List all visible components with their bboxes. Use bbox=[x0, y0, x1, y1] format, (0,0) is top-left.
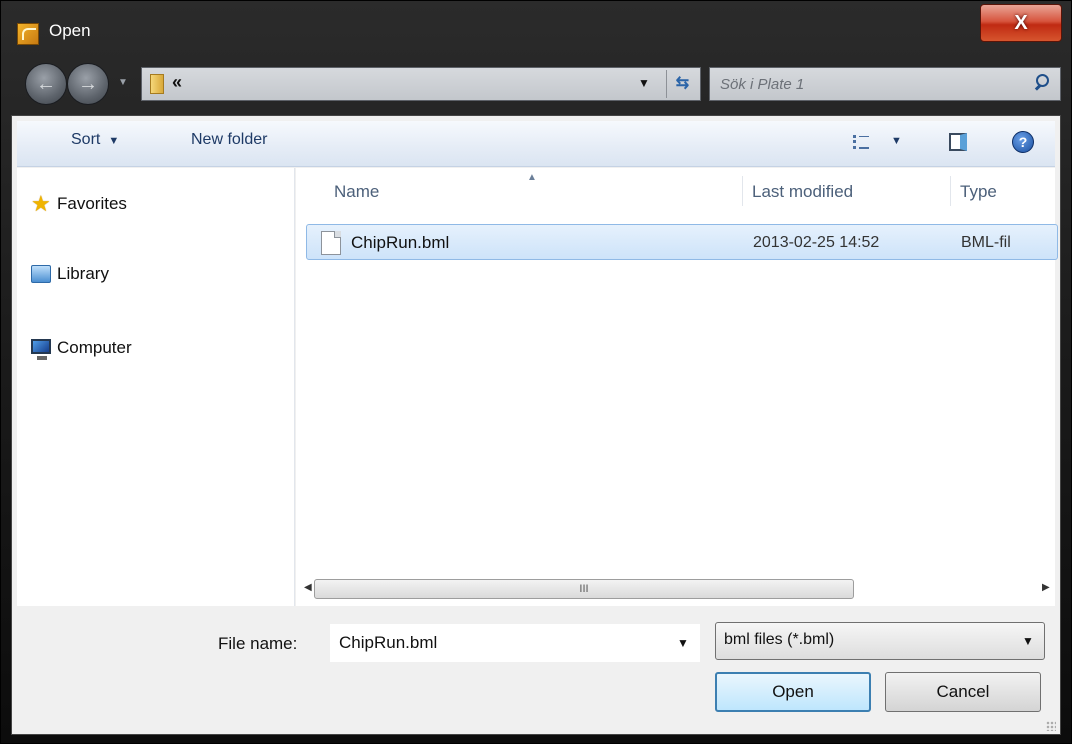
chevron-down-icon: ▼ bbox=[1022, 634, 1034, 648]
title-bar[interactable]: Open X bbox=[1, 1, 1071, 53]
sort-button[interactable]: Sort ▼ bbox=[71, 131, 119, 149]
search-box[interactable] bbox=[709, 67, 1061, 101]
refresh-button[interactable]: ⇆ bbox=[666, 70, 698, 98]
command-bar: Sort ▼ New folder ▼ ? bbox=[17, 121, 1055, 167]
chevron-down-icon: ▼ bbox=[891, 135, 902, 147]
file-name-label: File name: bbox=[218, 634, 298, 653]
close-button[interactable]: X bbox=[980, 4, 1062, 42]
preview-pane-button[interactable] bbox=[949, 133, 967, 151]
open-button[interactable]: Open bbox=[715, 672, 871, 712]
open-dialog-window: Open X ▼ « ▼ ⇆ Sort ▼ New folder ▼ ? ★ Fa… bbox=[0, 0, 1072, 744]
column-header-last-modified[interactable]: Last modified bbox=[752, 182, 853, 202]
library-icon bbox=[31, 265, 51, 283]
app-icon bbox=[17, 23, 39, 45]
window-title: Open bbox=[49, 21, 91, 40]
chevron-down-icon: ▼ bbox=[108, 135, 120, 147]
column-divider[interactable] bbox=[950, 176, 951, 206]
help-icon: ? bbox=[1018, 134, 1028, 150]
chevron-down-icon[interactable]: ▼ bbox=[677, 636, 689, 650]
breadcrumb[interactable]: « bbox=[172, 72, 182, 93]
file-icon bbox=[321, 231, 341, 255]
forward-button[interactable] bbox=[67, 63, 109, 105]
details-view-icon bbox=[853, 135, 869, 149]
recent-locations-dropdown-icon[interactable]: ▼ bbox=[118, 77, 128, 88]
sort-ascending-icon: ▲ bbox=[527, 172, 537, 183]
file-type: BML-fil bbox=[961, 234, 1011, 251]
sidebar-item-label: Computer bbox=[57, 338, 132, 357]
scroll-right-icon[interactable]: ▶ bbox=[1042, 582, 1050, 593]
file-name: ChipRun.bml bbox=[351, 233, 450, 252]
refresh-icon: ⇆ bbox=[675, 75, 690, 92]
computer-icon bbox=[31, 339, 51, 360]
new-folder-button[interactable]: New folder bbox=[191, 131, 267, 149]
sidebar-item-computer[interactable]: Computer bbox=[31, 338, 132, 360]
scrollbar-thumb[interactable]: III bbox=[314, 579, 854, 599]
horizontal-scrollbar[interactable]: ◀ III ▶ bbox=[296, 576, 1055, 602]
column-divider[interactable] bbox=[742, 176, 743, 206]
column-header-name[interactable]: Name bbox=[334, 182, 379, 202]
star-icon: ★ bbox=[31, 191, 51, 216]
folder-icon bbox=[150, 74, 164, 94]
scroll-left-icon[interactable]: ◀ bbox=[304, 582, 312, 593]
change-view-button[interactable]: ▼ bbox=[849, 131, 909, 157]
file-name-input[interactable] bbox=[339, 632, 659, 654]
file-type-value: bml files (*.bml) bbox=[724, 631, 835, 648]
help-button[interactable]: ? bbox=[1012, 131, 1034, 153]
resize-grip-icon[interactable] bbox=[1046, 721, 1056, 731]
dialog-body: Sort ▼ New folder ▼ ? ★ Favorites Library… bbox=[11, 115, 1061, 735]
search-icon[interactable] bbox=[1034, 74, 1049, 88]
search-input[interactable] bbox=[720, 73, 1010, 95]
file-name-combo[interactable]: ▼ bbox=[330, 624, 700, 662]
sidebar-item-label: Favorites bbox=[57, 194, 127, 213]
address-bar[interactable]: « ▼ ⇆ bbox=[141, 67, 701, 101]
column-header-type[interactable]: Type bbox=[960, 182, 997, 202]
file-type-select[interactable]: bml files (*.bml) ▼ bbox=[715, 622, 1045, 660]
navigation-pane: ★ Favorites Library Computer bbox=[17, 168, 295, 606]
file-list: Name ▲ Last modified Type ChipRun.bml 20… bbox=[296, 168, 1058, 606]
back-button[interactable] bbox=[25, 63, 67, 105]
address-dropdown-icon[interactable]: ▼ bbox=[638, 76, 650, 90]
file-row[interactable]: ChipRun.bml 2013-02-25 14:52 BML-fil bbox=[306, 224, 1058, 260]
cancel-button[interactable]: Cancel bbox=[885, 672, 1041, 712]
sort-label: Sort bbox=[71, 131, 101, 148]
sidebar-item-label: Library bbox=[57, 264, 109, 283]
sidebar-item-library[interactable]: Library bbox=[31, 264, 109, 284]
file-modified: 2013-02-25 14:52 bbox=[753, 234, 880, 251]
sidebar-item-favorites[interactable]: ★ Favorites bbox=[31, 193, 127, 215]
